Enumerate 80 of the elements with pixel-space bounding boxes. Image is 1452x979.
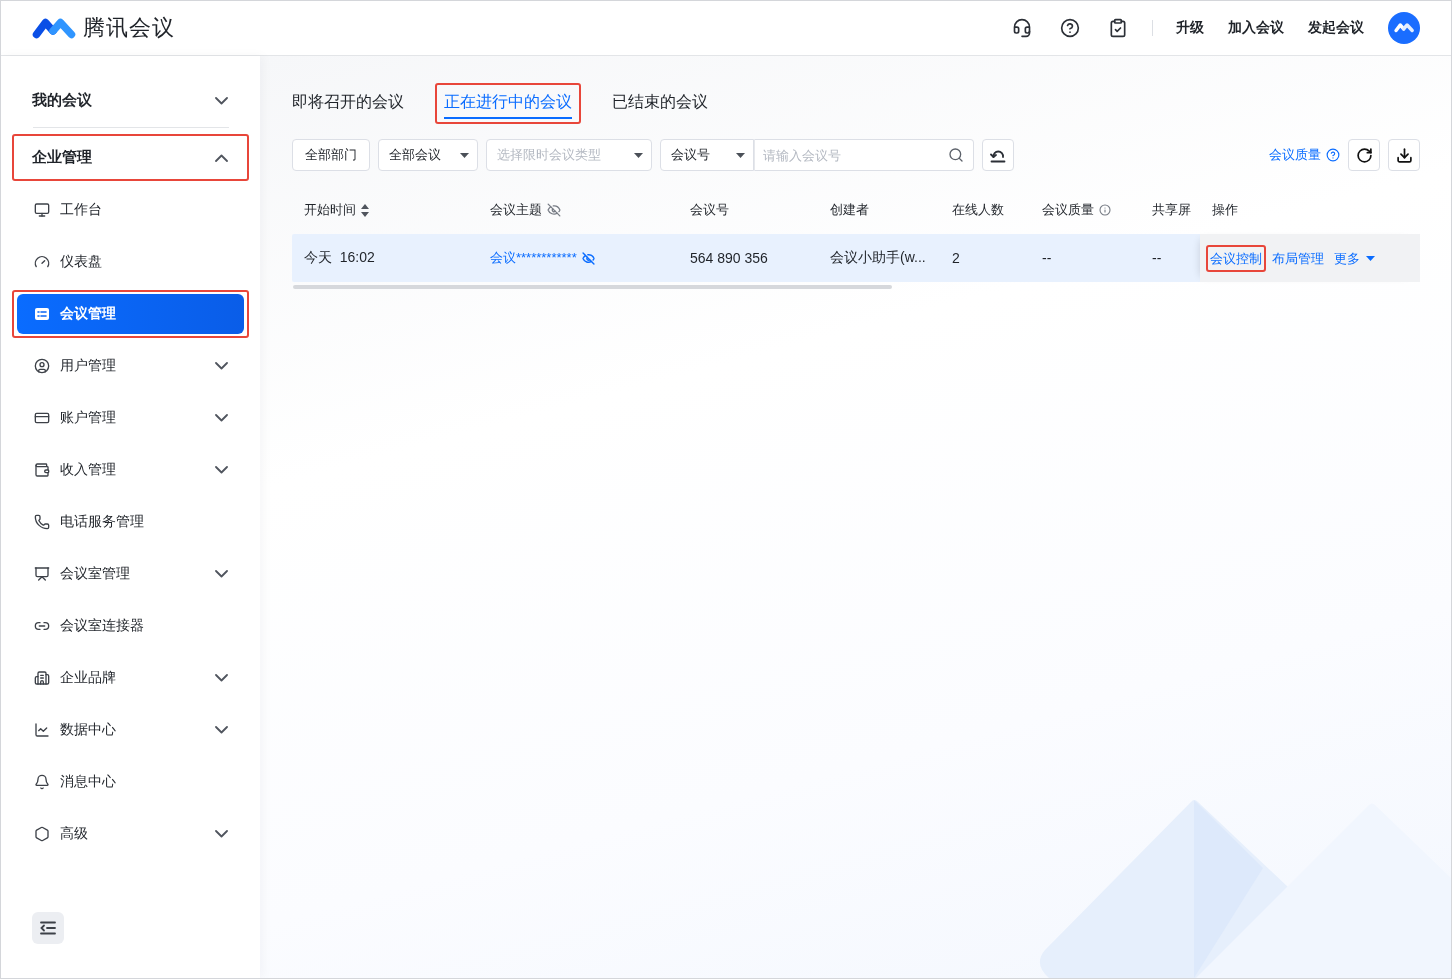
sidebar-item[interactable]: 消息中心 [17, 762, 244, 802]
outdent-icon [40, 921, 56, 935]
logo-icon [32, 16, 76, 40]
action-link[interactable]: 更多 [1334, 248, 1375, 268]
action-link[interactable]: 布局管理 [1272, 248, 1324, 268]
list-icon [34, 306, 50, 322]
table-cell: 2 [952, 250, 960, 266]
logo-text: 腾讯会议 [83, 14, 175, 42]
building-icon [34, 670, 50, 686]
department-button[interactable]: 全部部门 [292, 139, 370, 171]
tab[interactable]: 即将召开的会议 [292, 85, 404, 119]
header-link[interactable]: 升级 [1176, 19, 1204, 37]
column-header: 共享屏 [1152, 201, 1191, 219]
column-header: 会议质量 [1042, 201, 1094, 219]
collapse-button[interactable] [32, 912, 64, 944]
table-cell: 564 890 356 [690, 250, 768, 266]
clipboard-check-icon[interactable] [1108, 18, 1128, 38]
sidebar-item[interactable]: 数据中心 [17, 710, 244, 750]
presentation-icon [34, 566, 50, 582]
chart-icon [34, 722, 50, 738]
sidebar-item[interactable]: 高级 [17, 814, 244, 854]
help-icon [1326, 148, 1340, 162]
refresh-icon [1355, 146, 1373, 164]
search-icon[interactable] [948, 147, 964, 163]
horizontal-scrollbar[interactable] [293, 285, 892, 289]
sidebar-item[interactable]: 工作台 [17, 190, 244, 230]
download-button[interactable] [1388, 139, 1420, 171]
sidebar-item[interactable]: 企业品牌 [17, 658, 244, 698]
column-header: 会议主题 [490, 201, 542, 219]
search-field[interactable]: 请输入会议号 [754, 139, 974, 171]
table-cell: 会议小助手(w... [830, 249, 926, 267]
bell-icon [34, 774, 50, 790]
phone-icon [34, 514, 50, 530]
user-icon [34, 358, 50, 374]
table-row[interactable]: 今天 16:02 会议************ 564 890 356 会议小助手(w... 2 -- -- 会议控制 布局管理 更多 [292, 234, 1420, 282]
column-header: 会议号 [690, 201, 729, 219]
table-cell: 今天 16:02 [304, 249, 375, 267]
column-header: 操作 [1212, 201, 1238, 219]
reset-button[interactable] [982, 139, 1014, 171]
table-cell: -- [1152, 250, 1162, 266]
eye-off-icon[interactable] [581, 251, 595, 265]
search-type-select[interactable]: 会议号 [660, 139, 754, 171]
sidebar-item[interactable]: 会议室管理 [17, 554, 244, 594]
avatar-icon[interactable] [1388, 12, 1420, 44]
meeting-topic-link[interactable]: 会议************ [490, 249, 577, 267]
sidebar-item[interactable]: 账户管理 [17, 398, 244, 438]
column-header[interactable]: 开始时间 [304, 201, 356, 219]
sidebar-item[interactable]: 收入管理 [17, 450, 244, 490]
table-cell: -- [1042, 250, 1052, 266]
sidebar-item[interactable]: 会议管理 [17, 294, 244, 334]
headset-icon[interactable] [1012, 18, 1032, 38]
caret-icon [736, 152, 745, 158]
tab[interactable]: 正在进行中的会议 [444, 85, 572, 119]
sidebar-item[interactable]: 会议室连接器 [17, 606, 244, 646]
eye-off-icon[interactable] [547, 203, 561, 217]
wallet-icon [34, 462, 50, 478]
sidebar-section[interactable]: 企业管理 [14, 136, 247, 179]
sidebar-item[interactable]: 用户管理 [17, 346, 244, 386]
refresh-button[interactable] [1348, 139, 1380, 171]
header-link[interactable]: 发起会议 [1308, 19, 1364, 37]
sort-icon[interactable] [361, 203, 369, 217]
info-icon[interactable] [1099, 204, 1111, 216]
action-link[interactable]: 会议控制 [1210, 248, 1262, 268]
meeting-type-select[interactable]: 全部会议 [378, 139, 478, 171]
column-header: 创建者 [830, 201, 869, 219]
monitor-icon [34, 202, 50, 218]
column-header: 在线人数 [952, 201, 1004, 219]
sidebar-section[interactable]: 我的会议 [14, 79, 247, 122]
caret-icon [460, 152, 469, 158]
gauge-icon [34, 254, 50, 270]
caret-icon [634, 152, 643, 158]
sidebar-item[interactable]: 仪表盘 [17, 242, 244, 282]
tab[interactable]: 已结束的会议 [612, 85, 708, 119]
quality-link[interactable]: 会议质量 [1269, 146, 1340, 164]
header-link[interactable]: 加入会议 [1228, 19, 1284, 37]
sidebar-item[interactable]: 电话服务管理 [17, 502, 244, 542]
hexagon-icon [34, 826, 50, 842]
card-icon [34, 410, 50, 426]
download-icon [1395, 146, 1413, 164]
help-icon[interactable] [1060, 18, 1080, 38]
